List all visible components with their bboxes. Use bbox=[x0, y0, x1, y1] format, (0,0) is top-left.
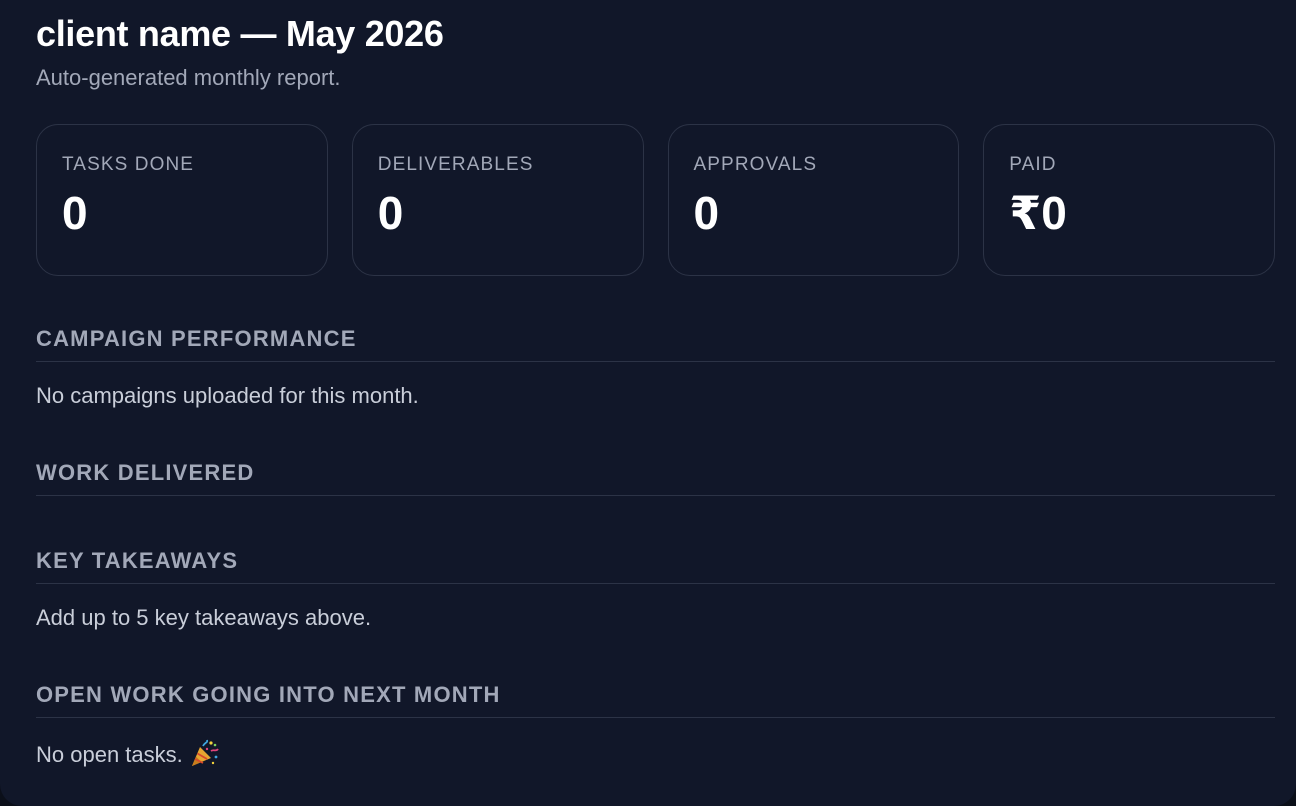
stat-label: DELIVERABLES bbox=[377, 154, 534, 175]
stat-label: PAID bbox=[1009, 154, 1057, 175]
report-title: client name — May 2026 bbox=[36, 13, 444, 54]
section-heading-work-delivered: WORK DELIVERED bbox=[36, 459, 1275, 496]
stat-value: 0 bbox=[693, 187, 720, 239]
section-heading-key-takeaways: KEY TAKEAWAYS bbox=[36, 547, 1275, 584]
stat-value: 0 bbox=[62, 187, 88, 239]
stat-card-approvals: APPROVALS 0 bbox=[667, 124, 960, 276]
stat-label: APPROVALS bbox=[693, 154, 818, 175]
key-takeaways-empty-message: Add up to 5 key takeaways above. bbox=[36, 605, 372, 630]
campaign-empty-message: No campaigns uploaded for this month. bbox=[36, 383, 419, 408]
party-popper-icon bbox=[189, 738, 219, 768]
stat-card-tasks-done: TASKS DONE 0 bbox=[36, 124, 328, 276]
open-work-message: No open tasks. bbox=[36, 738, 219, 769]
report-subtitle: Auto-generated monthly report. bbox=[36, 65, 341, 90]
section-heading-open-work: OPEN WORK GOING INTO NEXT MONTH bbox=[36, 681, 1275, 718]
stats-row: TASKS DONE 0 DELIVERABLES 0 APPROVALS 0 … bbox=[36, 124, 1275, 276]
open-work-empty-message: No open tasks. bbox=[36, 742, 183, 767]
stat-value: ₹0 bbox=[1009, 187, 1067, 239]
section-heading-campaign-performance: CAMPAIGN PERFORMANCE bbox=[36, 325, 1275, 362]
stat-card-paid: PAID ₹0 bbox=[983, 124, 1275, 276]
stat-label: TASKS DONE bbox=[62, 154, 195, 175]
report-page: client name — May 2026 Auto-generated mo… bbox=[0, 0, 1296, 806]
stat-value: 0 bbox=[377, 187, 404, 239]
stat-card-deliverables: DELIVERABLES 0 bbox=[351, 124, 644, 276]
